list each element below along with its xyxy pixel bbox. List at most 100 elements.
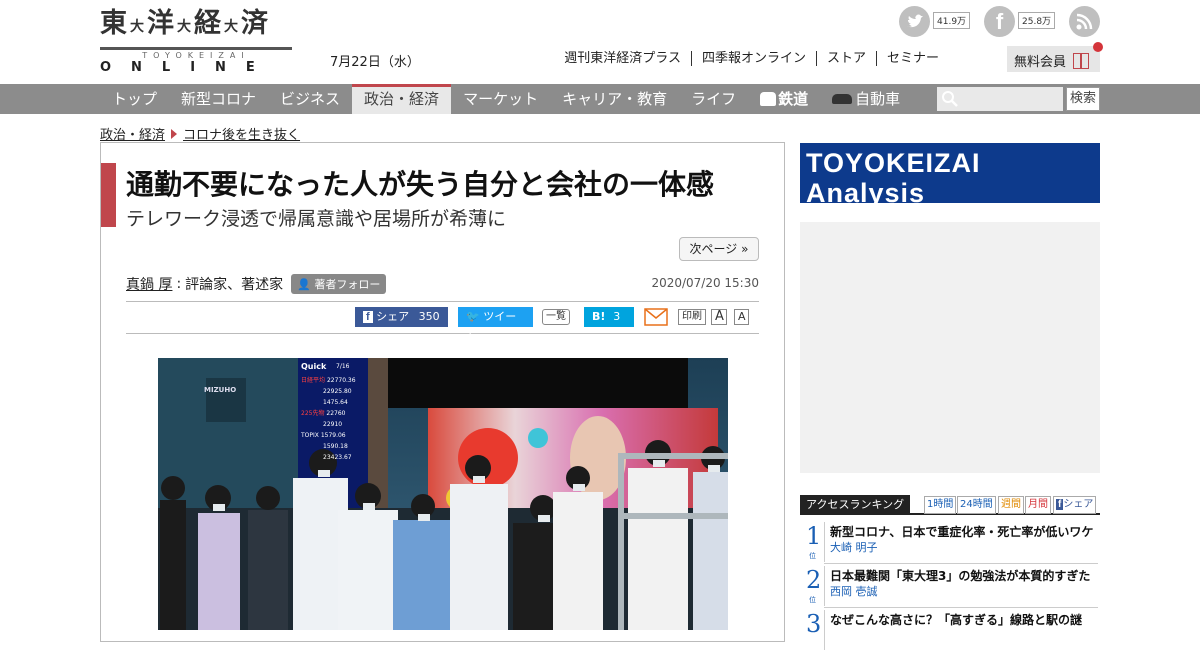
main-nav: トップ 新型コロナ ビジネス 政治・経済 マーケット キャリア・教育 ライフ 鉄… bbox=[100, 84, 912, 114]
nav-career[interactable]: キャリア・教育 bbox=[550, 84, 679, 114]
stock-row: TOPIX 1579.06 bbox=[301, 432, 346, 439]
author-follow-button[interactable]: 👤 著者フォロー bbox=[291, 274, 387, 294]
ranking-title: アクセスランキング bbox=[800, 495, 911, 515]
stock-row: 日経平均 22770.36 bbox=[301, 377, 356, 384]
analysis-banner[interactable]: TOYOKEIZAI Analysis 東 洋 経 済 解 説 部 bbox=[800, 143, 1100, 227]
ranking-item[interactable]: 1 位 新型コロナ、日本で重症化率・死亡率が低いワケ 大崎 明子 bbox=[800, 520, 1100, 564]
car-icon bbox=[832, 94, 853, 104]
twitter-icon: 🐦 bbox=[466, 310, 480, 323]
print-button[interactable]: 印刷 bbox=[678, 309, 706, 325]
font-size-large-button[interactable]: A bbox=[711, 309, 727, 325]
font-size-small-button[interactable]: A bbox=[734, 309, 749, 325]
author-role: 評論家、著述家 bbox=[185, 277, 284, 293]
nav-life[interactable]: ライフ bbox=[679, 84, 748, 114]
breadcrumb-series[interactable]: コロナ後を生き抜く bbox=[183, 124, 300, 143]
link-store[interactable]: ストア bbox=[817, 51, 877, 66]
tweet-list-button[interactable]: 一覧 bbox=[542, 309, 570, 325]
share-label: シェア bbox=[376, 310, 410, 323]
ranking-tab-month[interactable]: 月間 bbox=[1025, 496, 1051, 514]
breadcrumb-politics[interactable]: 政治・経済 bbox=[100, 124, 165, 143]
hatena-bookmark-button[interactable]: B! 3 bbox=[584, 307, 634, 327]
author-line: 真鍋 厚 : 評論家、著述家 👤 著者フォロー bbox=[126, 274, 387, 294]
search-button[interactable]: 検索 bbox=[1066, 87, 1100, 111]
rank-author[interactable]: 大崎 明子 bbox=[830, 539, 878, 555]
mizuho-sign: MIZUHO bbox=[204, 386, 237, 394]
notification-dot bbox=[1093, 42, 1103, 52]
rank-separator bbox=[824, 610, 825, 650]
link-shikiho[interactable]: 四季報オンライン bbox=[692, 51, 817, 66]
site-logo[interactable]: 東大 洋大 経大 済 TOYOKEIZAI ONLINE bbox=[100, 8, 295, 75]
logo-kanji: 東大 洋大 経大 済 bbox=[100, 8, 269, 39]
rank-number: 2 bbox=[806, 566, 822, 594]
facebook-count: 25.8万 bbox=[1018, 12, 1056, 29]
person-icon: 👤 bbox=[297, 278, 311, 291]
article-photo: Quick 7/16 日経平均 22770.36 22925.80 1475.6… bbox=[158, 358, 728, 630]
quick-board-date: 7/16 bbox=[336, 363, 350, 370]
next-page-button[interactable]: 次ページ » bbox=[679, 237, 759, 261]
nav-market[interactable]: マーケット bbox=[451, 84, 550, 114]
analysis-title: TOYOKEIZAI Analysis bbox=[806, 148, 981, 208]
rank-title[interactable]: なぜこんな高さに？「高すぎる」線路と駅の謎 bbox=[830, 611, 1082, 628]
rank-unit: 位 bbox=[809, 596, 816, 604]
facebook-icon[interactable]: f bbox=[984, 6, 1015, 37]
stock-row: 23423.67 bbox=[323, 454, 352, 461]
stock-board: 日経平均 22770.36 22925.80 1475.64 225先物 227… bbox=[301, 375, 367, 463]
ranking-tab-24h[interactable]: 24時間 bbox=[957, 496, 996, 514]
ranking-tab-share[interactable]: f シェア bbox=[1053, 496, 1097, 514]
logo-online: ONLINE bbox=[100, 60, 275, 75]
rank-unit: 位 bbox=[809, 552, 816, 560]
search-input[interactable] bbox=[937, 87, 1063, 111]
author-separator: : bbox=[176, 276, 182, 292]
share-count: 350 bbox=[418, 310, 440, 323]
stock-row: 22925.80 bbox=[323, 388, 352, 395]
nav-top[interactable]: トップ bbox=[100, 84, 169, 114]
gift-icon bbox=[1073, 53, 1090, 69]
member-label: 無料会員 bbox=[1014, 55, 1067, 70]
nav-corona[interactable]: 新型コロナ bbox=[169, 84, 268, 114]
stock-row: 1475.64 bbox=[323, 399, 348, 406]
rank-separator bbox=[824, 522, 825, 562]
breadcrumb: 政治・経済 コロナ後を生き抜く bbox=[100, 124, 300, 143]
title-accent bbox=[101, 163, 116, 227]
divider bbox=[126, 301, 759, 302]
nav-business[interactable]: ビジネス bbox=[268, 84, 352, 114]
stock-row: 22910 bbox=[323, 421, 343, 428]
ranking-tab-1h[interactable]: 1時間 bbox=[924, 496, 957, 514]
rank-separator bbox=[824, 566, 825, 606]
nav-politics-economy[interactable]: 政治・経済 bbox=[352, 84, 452, 114]
nav-railway[interactable]: 鉄道 bbox=[748, 84, 820, 114]
rank-title[interactable]: 新型コロナ、日本で重症化率・死亡率が低いワケ bbox=[830, 523, 1093, 540]
facebook-share-button[interactable]: f シェア 350 bbox=[355, 307, 448, 327]
publish-date: 2020/07/20 15:30 bbox=[651, 276, 759, 290]
ranking-item[interactable]: 2 位 日本最難関「東大理3」の勉強法が本質的すぎた 西岡 壱誠 bbox=[800, 564, 1100, 608]
rank-title[interactable]: 日本最難関「東大理3」の勉強法が本質的すぎた bbox=[830, 567, 1090, 584]
rank-number: 3 bbox=[806, 610, 822, 638]
twitter-icon[interactable] bbox=[899, 6, 930, 37]
train-icon bbox=[760, 92, 777, 106]
divider bbox=[126, 333, 759, 334]
ranking-tab-week[interactable]: 週間 bbox=[998, 496, 1024, 514]
link-weekly-plus[interactable]: 週刊東洋経済プラス bbox=[554, 51, 692, 66]
tweet-button[interactable]: 🐦 ツイート bbox=[458, 307, 533, 343]
article-subtitle: テレワーク浸透で帰属意識や居場所が希薄に bbox=[126, 208, 507, 230]
rank-number: 1 bbox=[806, 522, 822, 550]
hatena-count: 3 bbox=[613, 310, 621, 323]
twitter-count: 41.9万 bbox=[933, 12, 971, 29]
nav-railway-label: 鉄道 bbox=[778, 90, 809, 108]
author-name[interactable]: 真鍋 厚 bbox=[126, 274, 172, 294]
stock-row: 1590.18 bbox=[323, 443, 348, 450]
quick-board-title: Quick bbox=[301, 362, 327, 371]
link-seminar[interactable]: セミナー bbox=[877, 51, 949, 66]
mail-icon[interactable] bbox=[644, 308, 668, 330]
rank-author[interactable]: 西岡 壱誠 bbox=[830, 583, 878, 599]
current-date: 7月22日（水） bbox=[330, 55, 420, 70]
logo-divider bbox=[100, 47, 292, 50]
ranking-item[interactable]: 3 なぜこんな高さに？「高すぎる」線路と駅の謎 bbox=[800, 608, 1100, 652]
logo-roman: TOYOKEIZAI bbox=[142, 51, 250, 60]
nav-car[interactable]: 自動車 bbox=[820, 84, 912, 114]
rss-icon[interactable] bbox=[1069, 6, 1100, 37]
free-member-button[interactable]: 無料会員 bbox=[1007, 46, 1100, 72]
share-tab-label: シェア bbox=[1063, 499, 1094, 510]
top-links: 週刊東洋経済プラス 四季報オンライン ストア セミナー bbox=[554, 51, 949, 66]
nav-car-label: 自動車 bbox=[855, 90, 901, 108]
